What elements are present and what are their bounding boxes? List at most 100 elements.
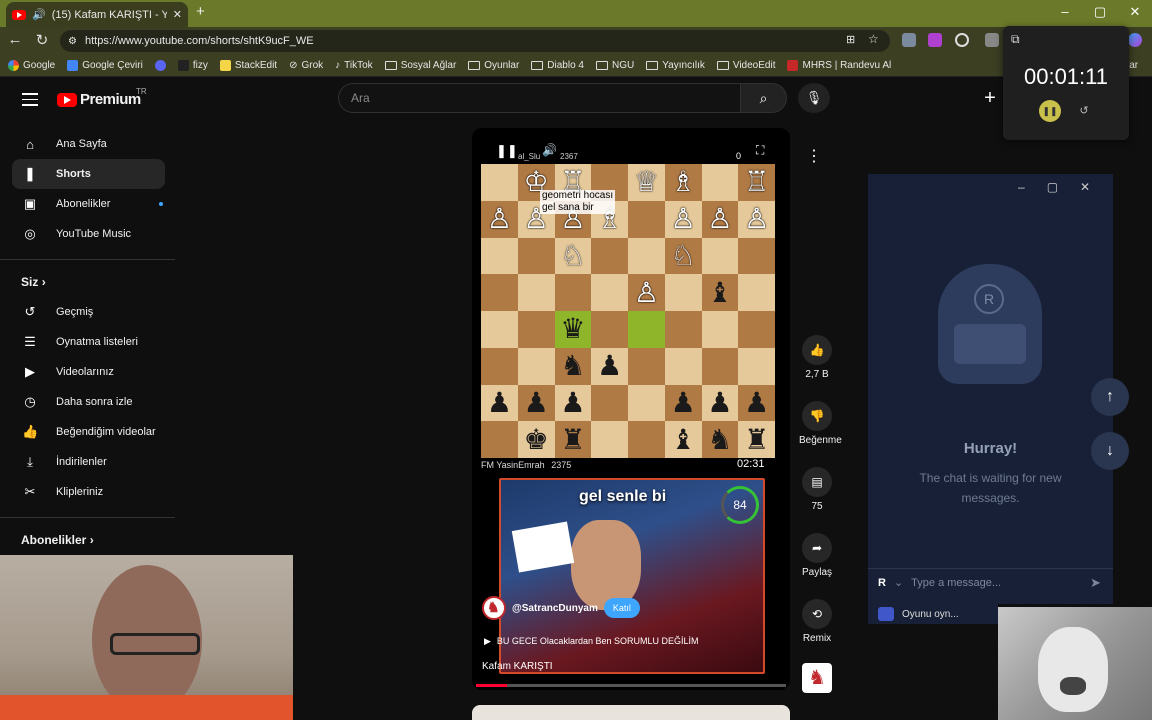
address-bar[interactable]: ⚙ https://www.youtube.com/shorts/shtK9uc… xyxy=(60,30,890,52)
bookmark-stackedit[interactable]: StackEdit xyxy=(219,60,277,71)
sidebar-item-liked[interactable]: 👍 Beğendiğim videolar xyxy=(12,417,165,447)
chat-window-controls: – ▢ ✕ xyxy=(1018,180,1090,194)
close-window-icon[interactable]: ✕ xyxy=(1120,4,1150,20)
channel-handle[interactable]: @SatrancDunyam xyxy=(512,603,598,614)
board-square: ♙ xyxy=(664,200,702,238)
board-square: ♟ xyxy=(517,384,555,422)
sheep-nose xyxy=(1060,677,1086,695)
youtube-logo-icon xyxy=(57,92,77,107)
bookmark-mhrs[interactable]: MHRS | Randevu Al xyxy=(787,60,891,71)
previous-short-button[interactable]: ↑ xyxy=(1091,378,1129,416)
chevron-down-icon[interactable]: ⌄ xyxy=(894,576,903,589)
subscriptions-icon: ▣ xyxy=(23,196,37,211)
board-square xyxy=(481,274,518,311)
voice-search-button[interactable]: 🎙 xyxy=(798,83,830,113)
install-app-icon[interactable]: ⊞ xyxy=(846,33,855,46)
chat-avatar-icon[interactable]: R xyxy=(878,577,886,589)
history-icon: ↺ xyxy=(24,304,36,319)
sidebar-item-music[interactable]: ◎ YouTube Music xyxy=(12,219,165,249)
remix-label: Remix xyxy=(802,633,832,644)
timer-reset-button[interactable]: ↺ xyxy=(1073,100,1095,122)
maximize-window-icon[interactable]: ▢ xyxy=(1085,4,1115,20)
board-square xyxy=(517,347,555,385)
knight-icon: ♞ xyxy=(808,667,826,689)
comments-button[interactable]: ▤ 75 xyxy=(799,467,835,512)
sidebar-item-watch-later[interactable]: ◷ Daha sonra izle xyxy=(12,387,165,417)
speaker-icon[interactable]: 🔊 xyxy=(32,8,46,21)
channel-logo-button[interactable]: ♞ xyxy=(802,663,832,693)
extension-shield-icon[interactable] xyxy=(902,33,916,47)
dislike-button[interactable]: 👎 Beğenme xyxy=(799,401,842,446)
volume-icon[interactable]: 🔊 xyxy=(542,143,557,157)
more-options-icon[interactable]: ⋮ xyxy=(806,146,822,166)
bookmark-google-translate[interactable]: Google Çeviri xyxy=(67,60,143,71)
pause-icon[interactable]: ❚❚ xyxy=(496,143,518,159)
sidebar-section-you[interactable]: Siz › xyxy=(21,275,46,289)
sidebar-item-home[interactable]: ⌂ Ana Sayfa xyxy=(12,129,165,159)
game-row[interactable]: Oyunu oyn... xyxy=(868,604,998,624)
bookmark-folder-diablo[interactable]: Diablo 4 xyxy=(531,60,584,71)
bookmark-folder-games[interactable]: Oyunlar xyxy=(468,60,519,71)
send-icon[interactable]: ➤ xyxy=(1090,575,1101,591)
comment-icon: ▤ xyxy=(802,467,832,497)
like-button[interactable]: 👍 2,7 B xyxy=(799,335,835,380)
pip-icon[interactable]: ⧉ xyxy=(1011,32,1020,47)
sidebar-item-downloads[interactable]: ⤓ İndirilenler xyxy=(12,447,165,477)
new-tab-icon[interactable]: + xyxy=(196,3,205,20)
bookmark-folder-publishing[interactable]: Yayıncılık xyxy=(646,60,705,71)
back-icon[interactable]: ← xyxy=(2,31,28,48)
bookmark-grok[interactable]: ⊘ Grok xyxy=(289,60,323,71)
chat-close-icon[interactable]: ✕ xyxy=(1080,180,1090,194)
bookmark-folder-ngu[interactable]: NGU xyxy=(596,60,634,71)
chat-maximize-icon[interactable]: ▢ xyxy=(1047,180,1058,194)
shorts-player[interactable]: ❚❚ 🔊 al_Slu 2367 0 ⛶ ♔ ♖ ♕ ♗ ♖ ♙ ♙ ♙ ♗ ♙ ♙ ♙ ♘ ♘ ♙ ♝ ♛ ♞ ♟… xyxy=(472,128,790,690)
bookmark-folder-social[interactable]: Sosyal Ağlar xyxy=(384,60,456,71)
profile-avatar[interactable] xyxy=(1128,33,1142,47)
fullscreen-icon[interactable]: ⛶ xyxy=(756,143,764,158)
search-input[interactable]: Ara xyxy=(338,83,741,113)
sidebar-item-history[interactable]: ↺ Geçmiş xyxy=(12,297,165,327)
bookmark-tiktok[interactable]: ♪ TikTok xyxy=(335,60,373,71)
remix-button[interactable]: ⟲ Remix xyxy=(799,599,835,644)
sidebar-item-playlists[interactable]: ☰ Oynatma listeleri xyxy=(12,327,165,357)
menu-icon[interactable] xyxy=(22,93,38,110)
extension-gear-icon[interactable] xyxy=(955,33,969,47)
minimize-window-icon[interactable]: – xyxy=(1050,4,1080,19)
create-button[interactable]: + xyxy=(978,87,1002,111)
bottom-player-name: FM YasinEmrah xyxy=(481,460,545,470)
chess-piece-icon: ♚ xyxy=(523,423,549,455)
bookmark-star-icon[interactable]: ☆ xyxy=(868,32,879,46)
sidebar-section-subscriptions[interactable]: Abonelikler › xyxy=(21,533,94,547)
site-info-icon[interactable]: ⚙ xyxy=(68,36,77,47)
sidebar-item-subscriptions[interactable]: ▣ Abonelikler xyxy=(12,189,165,219)
board-square: ♙ xyxy=(481,200,518,238)
youtube-premium-logo[interactable]: Premium xyxy=(57,91,141,108)
next-short-button[interactable]: ↓ xyxy=(1091,432,1129,470)
chess-piece-icon: ♞ xyxy=(707,423,733,455)
music-track[interactable]: ▶ BU GECE Olacaklardan Ben SORUMLU DEĞİL… xyxy=(484,636,699,647)
sidebar-item-clips[interactable]: ✂ Klipleriniz xyxy=(12,477,165,507)
channel-avatar[interactable] xyxy=(482,596,506,620)
browser-tab[interactable]: 🔊 (15) Kafam KARIŞTI - YouTub ✕ xyxy=(6,2,188,27)
share-button[interactable]: ➦ Paylaş xyxy=(799,533,835,578)
join-button[interactable]: Katıl xyxy=(603,598,640,618)
extension-purple-icon[interactable] xyxy=(928,33,942,47)
close-tab-icon[interactable]: ✕ xyxy=(173,8,182,21)
sidebar-item-your-videos[interactable]: ▶ Videolarınız xyxy=(12,357,165,387)
timer-pause-button[interactable]: ❚❚ xyxy=(1039,100,1061,122)
chat-minimize-icon[interactable]: – xyxy=(1018,180,1025,194)
reload-icon[interactable]: ↻ xyxy=(29,31,55,49)
short-progress-bar[interactable] xyxy=(476,684,786,687)
sidebar-item-shorts[interactable]: ❚ Shorts xyxy=(12,159,165,189)
chess-piece-icon: ♘ xyxy=(670,239,696,271)
comment-count: 75 xyxy=(811,501,823,512)
next-short-preview[interactable] xyxy=(472,705,790,720)
bookmark-folder-videoedit[interactable]: VideoEdit xyxy=(716,60,775,71)
overlay-text: gel senle bi xyxy=(579,488,667,505)
bookmark-google[interactable]: Google xyxy=(8,60,55,71)
chat-message-input[interactable]: R ⌄ Type a message... ➤ xyxy=(868,568,1113,596)
extension-puzzle-icon[interactable] xyxy=(985,33,999,47)
search-button[interactable]: ⌕ xyxy=(741,83,787,113)
bookmark-fizy[interactable]: fizy xyxy=(177,60,208,71)
bookmark-discord[interactable] xyxy=(154,60,166,71)
